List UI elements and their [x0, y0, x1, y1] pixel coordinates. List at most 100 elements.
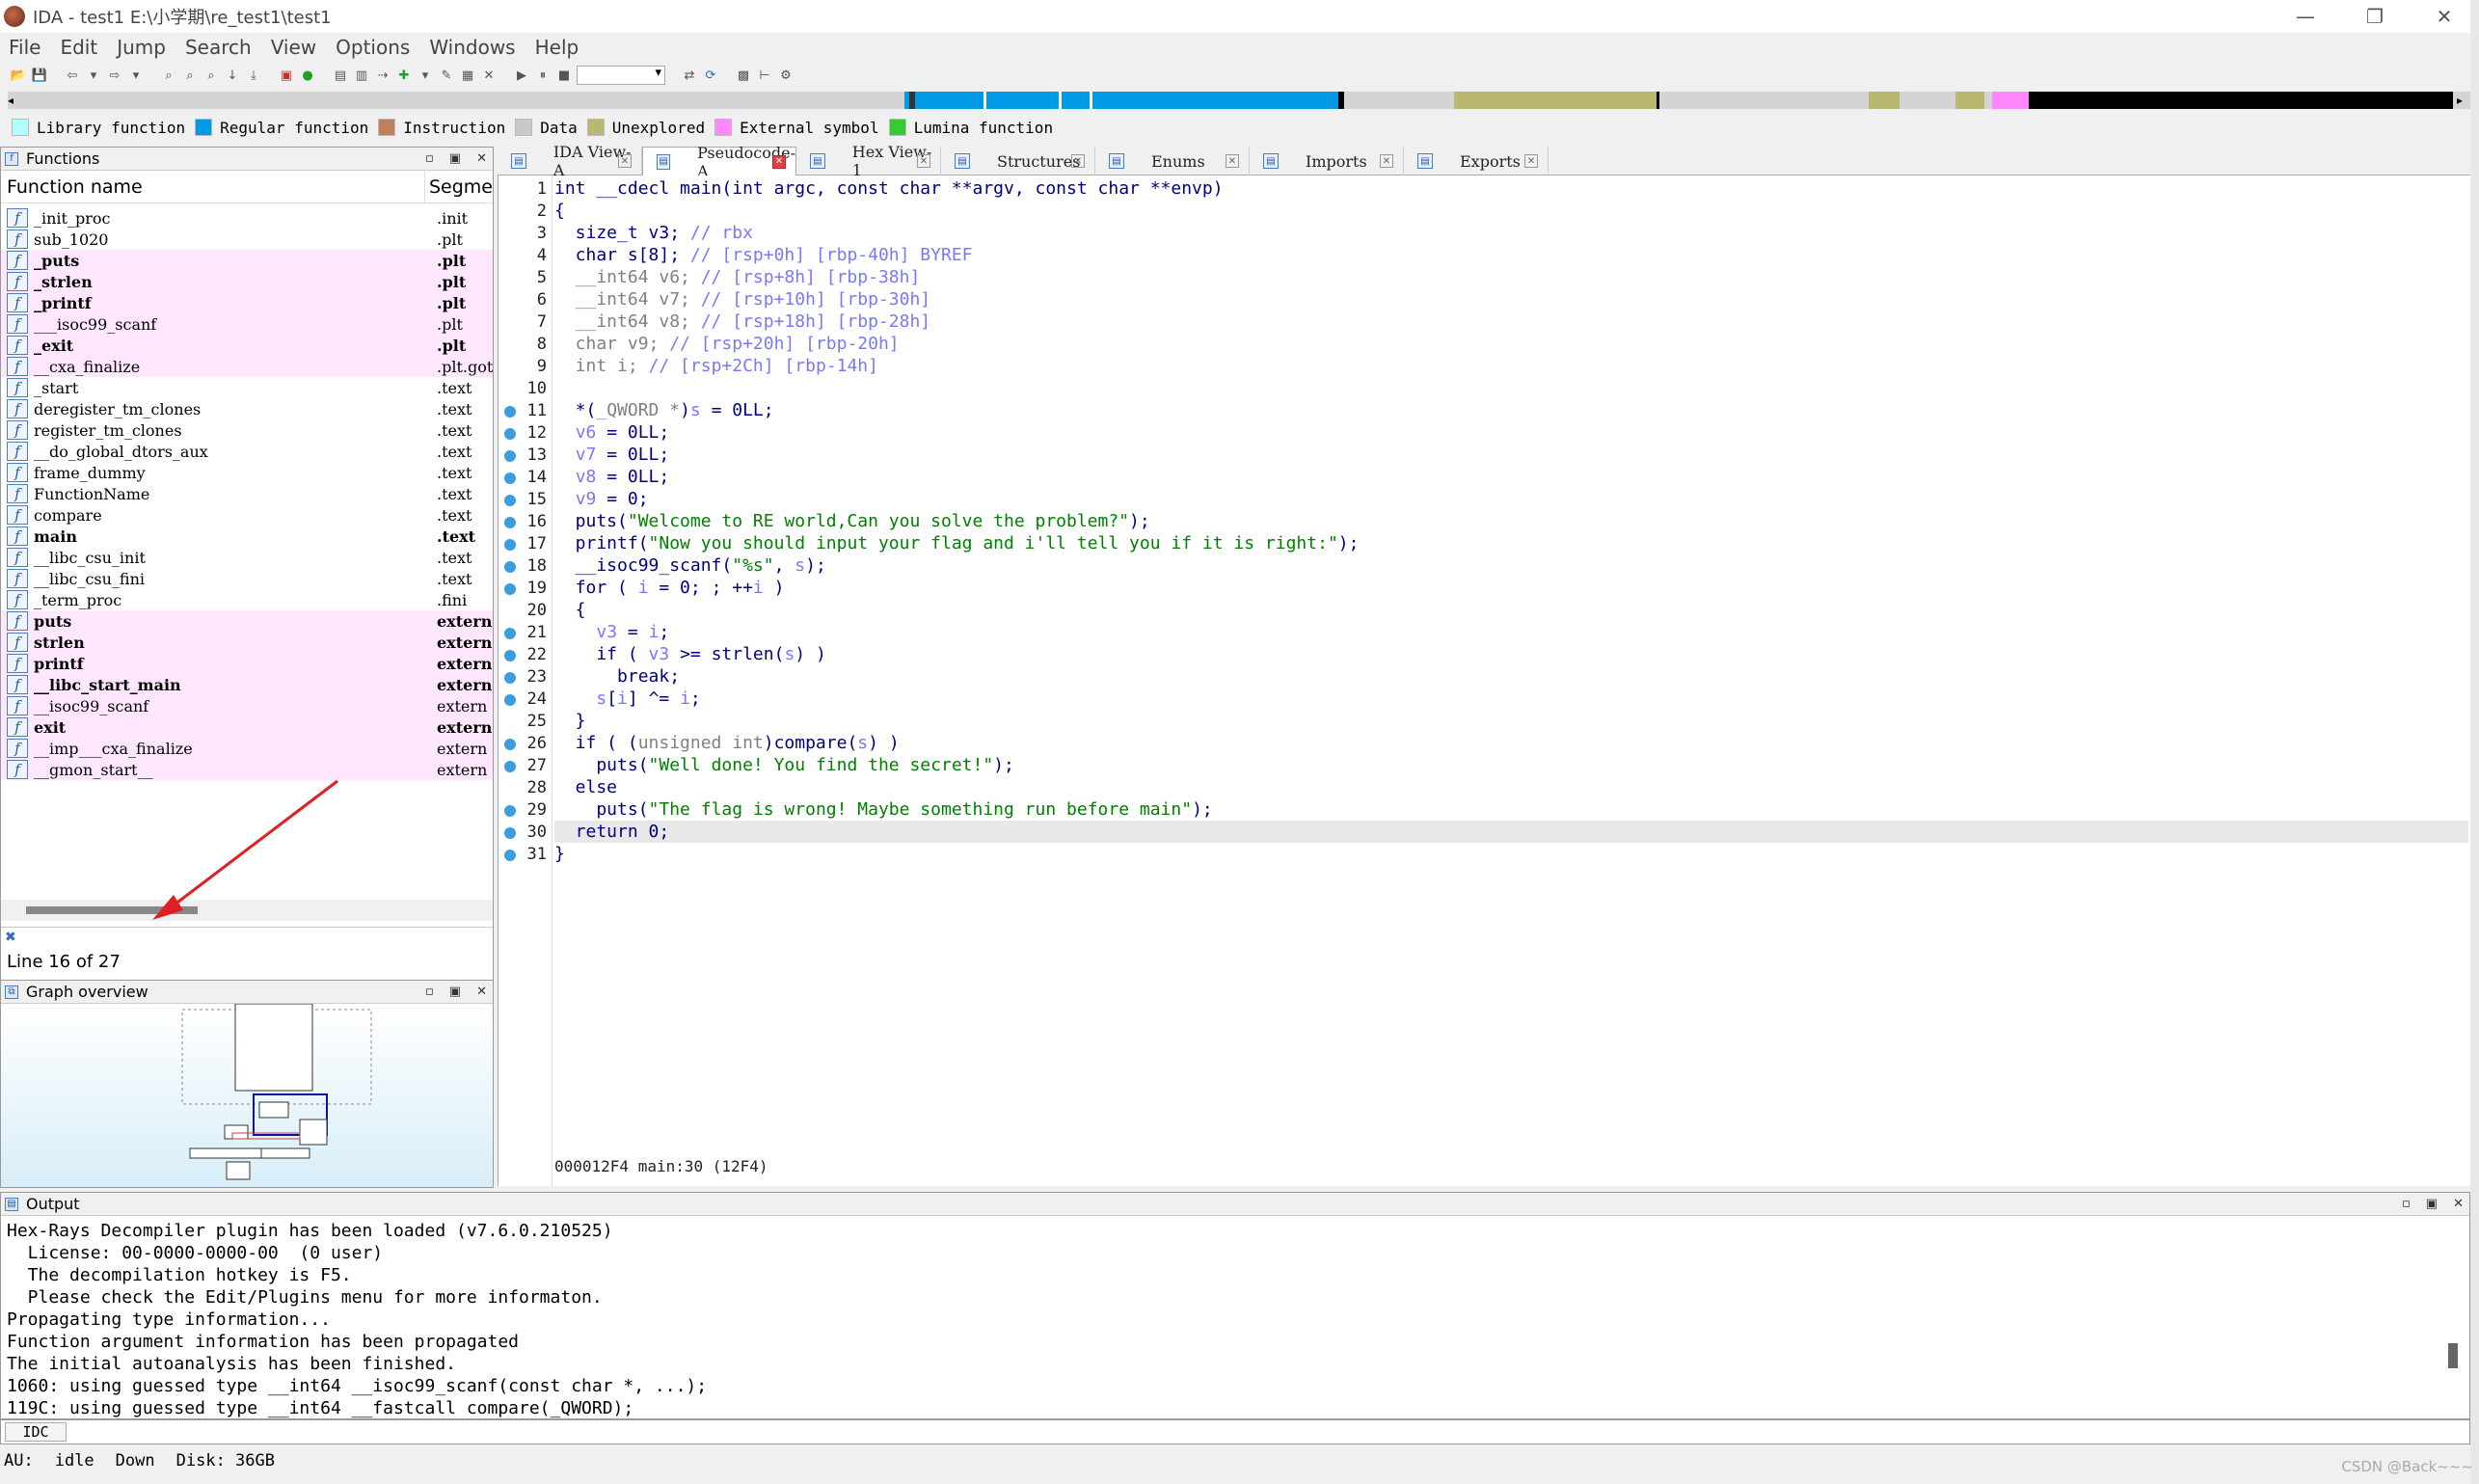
run-icon[interactable]: ▶	[513, 67, 530, 84]
code-line[interactable]: puts("Well done! You find the secret!");	[554, 754, 2468, 776]
function-row[interactable]: f __isoc99_scanf extern	[1, 695, 493, 716]
close-button[interactable]: ✕	[2410, 0, 2479, 33]
forward-dropdown-icon[interactable]: ▾	[127, 67, 145, 84]
tab-close-icon[interactable]: ✕	[917, 154, 930, 168]
code-line[interactable]: puts("The flag is wrong! Maybe something…	[554, 798, 2468, 821]
code-line[interactable]: size_t v3; // rbx	[554, 222, 2468, 244]
breakpoint-dot-icon[interactable]	[504, 739, 516, 750]
function-row[interactable]: f main .text	[1, 526, 493, 547]
function-row[interactable]: f __do_global_dtors_aux .text	[1, 441, 493, 462]
function-row[interactable]: f __cxa_finalize .plt.got	[1, 356, 493, 377]
breakpoint-dot-icon[interactable]	[504, 495, 516, 506]
column-segment[interactable]: Segme	[425, 176, 493, 198]
tab-close-icon[interactable]: ✕	[1071, 154, 1085, 168]
code-line[interactable]: v3 = i;	[554, 621, 2468, 643]
code-line[interactable]: v8 = 0LL;	[554, 466, 2468, 488]
code-line[interactable]: else	[554, 776, 2468, 798]
menu-windows[interactable]: Windows	[420, 36, 525, 59]
breakpoint-dot-icon[interactable]	[504, 517, 516, 528]
code-line[interactable]: {	[554, 599, 2468, 621]
menu-view[interactable]: View	[262, 36, 327, 59]
function-row[interactable]: f frame_dummy .text	[1, 462, 493, 483]
code-line[interactable]: if ( (unsigned int)compare(s) )	[554, 732, 2468, 754]
code-line[interactable]: }	[554, 710, 2468, 732]
settings-icon[interactable]: ⚙	[777, 67, 795, 84]
panel-maximize-icon[interactable]: ▫	[425, 985, 434, 999]
save-icon[interactable]: 💾	[31, 67, 48, 84]
code-line[interactable]: __int64 v6; // [rsp+8h] [rbp-38h]	[554, 266, 2468, 288]
code-line[interactable]: __isoc99_scanf("%s", s);	[554, 554, 2468, 577]
menu-edit[interactable]: Edit	[51, 36, 108, 59]
graph-overview-canvas[interactable]	[1, 1003, 493, 1187]
code-line[interactable]: int __cdecl main(int argc, const char **…	[554, 177, 2468, 200]
command-bar[interactable]: IDC	[0, 1419, 2470, 1444]
search-next-icon[interactable]: ⌕	[202, 67, 220, 84]
plugin-dropdown-icon[interactable]: ▾	[417, 67, 434, 84]
back-dropdown-icon[interactable]: ▾	[85, 67, 102, 84]
code-line[interactable]: s[i] ^= i;	[554, 688, 2468, 710]
panel-close-icon[interactable]: ✕	[2453, 1197, 2464, 1211]
jump-icon[interactable]: ↓	[224, 67, 241, 84]
function-row[interactable]: f __libc_csu_fini .text	[1, 568, 493, 589]
breakpoint-dot-icon[interactable]	[504, 850, 516, 861]
code-line[interactable]: char v9; // [rsp+20h] [rbp-20h]	[554, 333, 2468, 355]
tab-enums[interactable]: ▤ Enums ✕	[1095, 147, 1250, 175]
tab-hex-view-1[interactable]: ▤ Hex View-1 ✕	[796, 143, 941, 179]
code-line[interactable]: for ( i = 0; ; ++i )	[554, 577, 2468, 599]
tab-close-icon[interactable]: ✕	[1380, 154, 1393, 168]
code-line[interactable]: return 0;	[554, 821, 2468, 843]
code-line[interactable]: puts("Welcome to RE world,Can you solve …	[554, 510, 2468, 532]
breakpoint-dot-icon[interactable]	[504, 650, 516, 661]
green-circle-icon[interactable]: ●	[299, 67, 316, 84]
function-row[interactable]: f _puts .plt	[1, 250, 493, 271]
function-row[interactable]: f deregister_tm_clones .text	[1, 398, 493, 419]
breakpoint-dot-icon[interactable]	[504, 694, 516, 706]
edit-icon[interactable]: ✎	[438, 67, 455, 84]
binary-search-icon[interactable]: ⌕	[160, 67, 177, 84]
breakpoint-dot-icon[interactable]	[504, 672, 516, 684]
tab-close-icon[interactable]: ✕	[772, 154, 786, 169]
mark-icon[interactable]: ⤓	[245, 67, 262, 84]
function-row[interactable]: f ___isoc99_scanf .plt	[1, 313, 493, 335]
nav-right-arrow-icon[interactable]: ▸	[2457, 92, 2470, 109]
function-row[interactable]: f _start .text	[1, 377, 493, 398]
code-line[interactable]: break;	[554, 665, 2468, 688]
tab-structures[interactable]: ▤ Structures ✕	[941, 147, 1095, 175]
function-row[interactable]: f __libc_csu_init .text	[1, 547, 493, 568]
menu-jump[interactable]: Jump	[108, 36, 176, 59]
panel-maximize-icon[interactable]: ▫	[2402, 1197, 2411, 1211]
function-row[interactable]: f _exit .plt	[1, 335, 493, 356]
breakpoint-dot-icon[interactable]	[504, 628, 516, 639]
xref-icon[interactable]: ⇢	[374, 67, 391, 84]
panel-close-icon[interactable]: ✕	[476, 985, 487, 999]
function-row[interactable]: f _term_proc .fini	[1, 589, 493, 610]
code-line[interactable]: {	[554, 200, 2468, 222]
breakpoint-dot-icon[interactable]	[504, 805, 516, 817]
menu-options[interactable]: Options	[327, 36, 420, 59]
back-icon[interactable]: ⇦	[64, 67, 81, 84]
trace-icon[interactable]: ⇄	[681, 67, 698, 84]
sync-icon[interactable]: ⟳	[702, 67, 719, 84]
tab-ida-view-a[interactable]: ▤ IDA View-A ✕	[498, 143, 642, 179]
column-function-name[interactable]: Function name	[1, 170, 425, 203]
structs-icon[interactable]: ▩	[735, 67, 752, 84]
code-line[interactable]: printf("Now you should input your flag a…	[554, 532, 2468, 554]
panel-maximize-icon[interactable]: ▫	[425, 151, 434, 166]
panel-close-icon[interactable]: ✕	[476, 151, 487, 166]
function-row[interactable]: f _init_proc .init	[1, 207, 493, 229]
function-row[interactable]: f __libc_start_main extern	[1, 674, 493, 695]
open-icon[interactable]: 📂	[10, 67, 27, 84]
panel-float-icon[interactable]: ▣	[2426, 1197, 2438, 1211]
output-vertical-scrollbar[interactable]	[2446, 1218, 2460, 1391]
code-line[interactable]: }	[554, 843, 2468, 865]
breakpoint-dot-icon[interactable]	[504, 406, 516, 418]
function-row[interactable]: f _printf .plt	[1, 292, 493, 313]
function-row[interactable]: f _strlen .plt	[1, 271, 493, 292]
function-row[interactable]: f printf extern	[1, 653, 493, 674]
panel-float-icon[interactable]: ▣	[449, 985, 461, 999]
pause-icon[interactable]: ⏸	[534, 67, 552, 84]
function-row[interactable]: f compare .text	[1, 504, 493, 526]
code-line[interactable]: int i; // [rsp+2Ch] [rbp-14h]	[554, 355, 2468, 377]
tab-close-icon[interactable]: ✕	[1524, 154, 1538, 168]
pseudocode-view[interactable]: 1 2 3 4 5 6 7 8 9 10 11 12 13 14 15 16 17 18 19 20 21 22 23 24 2…	[498, 175, 2470, 1186]
